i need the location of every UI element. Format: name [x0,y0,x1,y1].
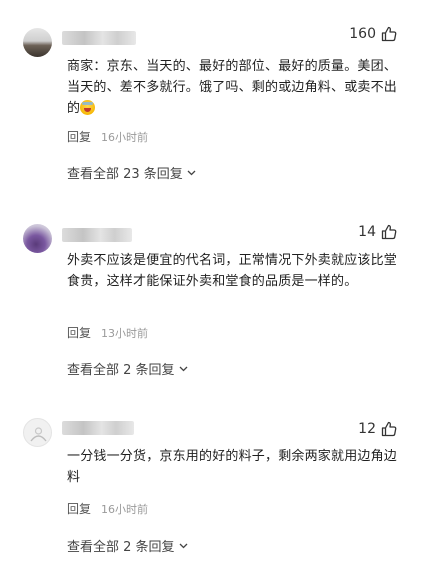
view-all-replies-button[interactable]: 查看全部 2 条回复 [67,536,189,555]
view-all-replies-label: 查看全部 23 条回复 [67,167,183,182]
view-all-replies-button[interactable]: 查看全部 23 条回复 [67,163,197,182]
timestamp: 13小时前 [101,326,149,340]
timestamp: 16小时前 [101,130,149,144]
laughing-crying-emoji-icon [80,100,96,115]
comment-text: 外卖不应该是便宜的代名词，正常情况下外卖就应该比堂食贵，这样才能保证外卖和堂食的… [67,253,398,289]
reply-button[interactable]: 回复 [67,324,91,341]
avatar[interactable] [23,224,52,253]
thumbs-up-icon [381,224,397,240]
comment-meta: 回复 13小时前 [67,324,148,341]
chevron-down-icon [179,366,188,372]
default-avatar-icon [30,427,47,442]
comment-meta: 回复 16小时前 [67,500,148,517]
chevron-down-icon [179,543,188,549]
username-blurred[interactable] [62,31,136,45]
like-button[interactable]: 160 [349,26,397,42]
comment-text: 一分钱一分货，京东用的好的料子，剩余两家就用边角边料 [67,449,398,485]
comment-text: 商家：京东、当天的、最好的部位、最好的质量。美团、当天的、差不多就行。饿了吗、剩… [67,59,398,116]
like-count: 160 [349,26,376,42]
like-count: 14 [358,224,376,240]
like-button[interactable]: 14 [358,224,397,240]
view-all-replies-label: 查看全部 2 条回复 [67,540,175,555]
view-all-replies-button[interactable]: 查看全部 2 条回复 [67,359,189,378]
thumbs-up-icon [381,421,397,437]
like-button[interactable]: 12 [358,421,397,437]
chevron-down-icon [187,170,196,176]
username-blurred[interactable] [62,228,132,242]
username-blurred[interactable] [62,421,134,435]
reply-button[interactable]: 回复 [67,500,91,517]
reply-button[interactable]: 回复 [67,128,91,145]
like-count: 12 [358,421,376,437]
thumbs-up-icon [381,26,397,42]
view-all-replies-label: 查看全部 2 条回复 [67,363,175,378]
comment-meta: 回复 16小时前 [67,128,148,145]
avatar[interactable] [23,418,52,447]
timestamp: 16小时前 [101,502,149,516]
avatar[interactable] [23,28,52,57]
